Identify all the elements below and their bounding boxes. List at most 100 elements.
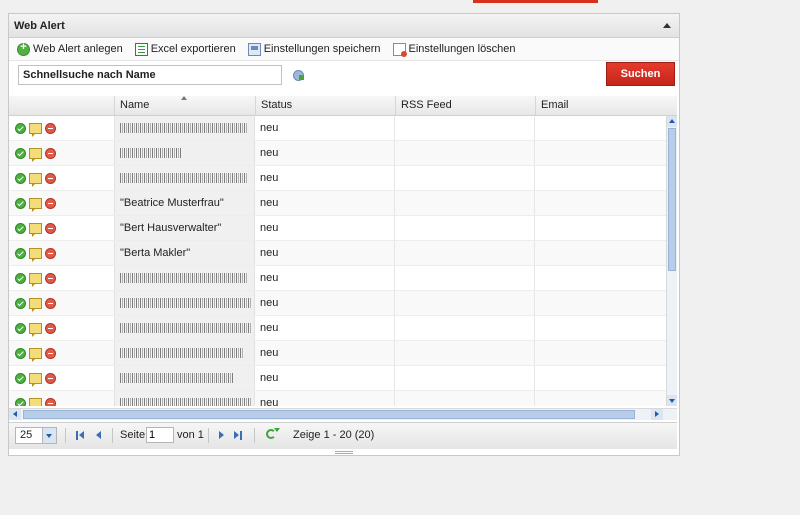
status-cell: neu (255, 216, 395, 240)
edit-note-icon[interactable] (29, 272, 42, 287)
row-actions (9, 316, 114, 340)
table-row[interactable]: neu (9, 291, 666, 316)
table-row[interactable]: neu (9, 141, 666, 166)
delete-settings-button[interactable]: Einstellungen löschen (392, 42, 516, 57)
name-cell (114, 341, 255, 365)
resize-handle[interactable] (335, 451, 353, 454)
rss-feed-cell (395, 166, 535, 190)
rss-feed-cell (395, 391, 535, 406)
table-row[interactable]: neu (9, 266, 666, 291)
activate-icon[interactable] (15, 247, 26, 259)
save-settings-button[interactable]: Einstellungen speichern (247, 42, 381, 56)
activate-icon[interactable] (15, 372, 26, 384)
remove-icon[interactable] (45, 272, 56, 284)
edit-note-icon[interactable] (29, 122, 42, 137)
add-web-alert-button[interactable]: Web Alert anlegen (17, 41, 123, 56)
dropdown-arrow-icon[interactable] (42, 428, 56, 443)
email-cell (535, 391, 666, 406)
status-cell: neu (255, 291, 395, 315)
table-row[interactable]: neu (9, 366, 666, 391)
activate-icon[interactable] (15, 347, 26, 359)
row-actions (9, 241, 114, 265)
edit-note-icon[interactable] (29, 372, 42, 387)
next-page-icon[interactable] (217, 431, 227, 441)
collapse-icon[interactable] (661, 20, 673, 32)
remove-icon[interactable] (45, 297, 56, 309)
activate-icon[interactable] (15, 222, 26, 234)
quick-search-input[interactable] (18, 65, 282, 85)
column-header-actions[interactable] (9, 96, 114, 115)
remove-icon[interactable] (45, 247, 56, 259)
table-row[interactable]: "Berta Makler" neu (9, 241, 666, 266)
remove-icon[interactable] (45, 322, 56, 334)
edit-note-icon[interactable] (29, 197, 42, 212)
remove-icon[interactable] (45, 372, 56, 384)
remove-icon[interactable] (45, 222, 56, 234)
remove-icon[interactable] (45, 197, 56, 209)
remove-icon[interactable] (45, 347, 56, 359)
activate-icon[interactable] (15, 322, 26, 334)
previous-page-icon[interactable] (94, 431, 104, 441)
remove-icon[interactable] (45, 172, 56, 184)
page-number-input[interactable] (146, 427, 174, 443)
activate-icon[interactable] (15, 172, 26, 184)
page-size-select[interactable]: 25 (15, 427, 57, 444)
table-row[interactable]: neu (9, 316, 666, 341)
search-clear-icon[interactable] (293, 70, 304, 81)
edit-note-icon[interactable] (29, 397, 42, 406)
excel-export-button[interactable]: Excel exportieren (134, 42, 236, 56)
table-row[interactable]: neu (9, 166, 666, 191)
pager-separator (112, 428, 113, 443)
name-cell (114, 166, 255, 190)
email-cell (535, 366, 666, 390)
scroll-down-icon[interactable] (667, 395, 677, 406)
name-text: "Beatrice Musterfrau" (120, 197, 224, 209)
table-row[interactable]: neu (9, 116, 666, 141)
activate-icon[interactable] (15, 122, 26, 134)
remove-icon[interactable] (45, 122, 56, 134)
scroll-right-icon[interactable] (651, 409, 663, 420)
refresh-icon[interactable] (265, 428, 280, 442)
edit-note-icon[interactable] (29, 222, 42, 237)
table-row[interactable]: neu (9, 341, 666, 366)
last-page-icon[interactable] (234, 431, 244, 441)
sort-ascending-icon (181, 96, 187, 100)
status-cell: neu (255, 116, 395, 140)
vertical-scroll-thumb[interactable] (668, 128, 676, 271)
search-button[interactable]: Suchen (606, 62, 675, 86)
column-header-status[interactable]: Status (255, 96, 395, 115)
name-cell (114, 116, 255, 140)
table-row[interactable]: "Beatrice Musterfrau" neu (9, 191, 666, 216)
display-info: Zeige 1 - 20 (20) (293, 429, 375, 441)
horizontal-scroll-thumb[interactable] (23, 410, 635, 419)
horizontal-scrollbar[interactable] (9, 408, 677, 420)
web-alert-panel: Web Alert Web Alert anlegen Excel export… (8, 13, 680, 456)
edit-note-icon[interactable] (29, 322, 42, 337)
edit-note-icon[interactable] (29, 297, 42, 312)
email-cell (535, 191, 666, 215)
rss-feed-cell (395, 291, 535, 315)
activate-icon[interactable] (15, 272, 26, 284)
edit-note-icon[interactable] (29, 172, 42, 187)
activate-icon[interactable] (15, 297, 26, 309)
first-page-icon[interactable] (76, 431, 86, 441)
row-actions (9, 291, 114, 315)
edit-note-icon[interactable] (29, 147, 42, 162)
edit-note-icon[interactable] (29, 347, 42, 362)
scroll-up-icon[interactable] (667, 116, 677, 127)
column-header-email[interactable]: Email (535, 96, 677, 115)
remove-icon[interactable] (45, 147, 56, 159)
vertical-scrollbar[interactable] (666, 116, 677, 406)
table-row[interactable]: "Bert Hausverwalter" neu (9, 216, 666, 241)
edit-note-icon[interactable] (29, 247, 42, 262)
remove-icon[interactable] (45, 397, 56, 406)
table-row[interactable]: neu (9, 391, 666, 406)
activate-icon[interactable] (15, 197, 26, 209)
activate-icon[interactable] (15, 397, 26, 406)
scroll-left-icon[interactable] (9, 409, 21, 420)
email-cell (535, 116, 666, 140)
activate-icon[interactable] (15, 147, 26, 159)
column-header-rss-feed[interactable]: RSS Feed (395, 96, 535, 115)
name-cell (114, 291, 255, 315)
panel-title: Web Alert (14, 19, 65, 32)
